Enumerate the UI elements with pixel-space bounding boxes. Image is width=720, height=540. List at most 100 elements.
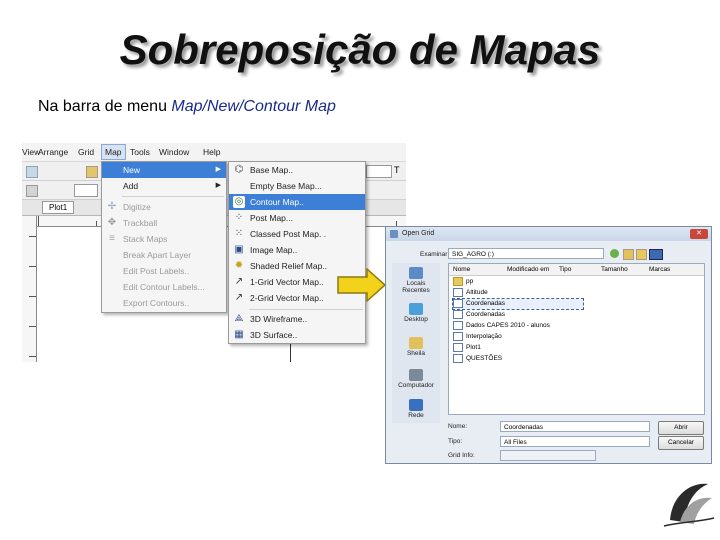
- text-tool-icon[interactable]: T: [394, 165, 400, 175]
- look-in-select[interactable]: SIG_AGRO (:): [448, 248, 604, 259]
- grid-file-icon: [453, 310, 463, 319]
- up-folder-icon[interactable]: [623, 249, 634, 260]
- menu-arrange[interactable]: Arrange: [38, 147, 68, 157]
- surface-icon: ▦: [234, 329, 244, 340]
- digitize-icon: ✢: [107, 201, 117, 212]
- dialog-title-bar: Open Grid ✕: [386, 227, 711, 241]
- subtitle-prefix: Na barra de menu: [38, 98, 172, 115]
- submenu-arrow-icon: ▶: [215, 182, 221, 189]
- map-menu-digitize[interactable]: ✢ Digitize: [102, 199, 226, 215]
- view-menu-icon[interactable]: [649, 249, 663, 260]
- open-button[interactable]: Abrir: [658, 421, 704, 435]
- map-menu-break-apart-layer[interactable]: Break Apart Layer: [102, 247, 226, 263]
- menu-grid[interactable]: Grid: [78, 147, 94, 157]
- new-base-map[interactable]: ⌬ Base Map..: [229, 162, 365, 178]
- menu-map[interactable]: Map: [101, 144, 126, 160]
- map-menu-add[interactable]: Add ▶: [102, 178, 226, 194]
- folder-icon: [453, 277, 463, 286]
- file-row[interactable]: pp: [453, 277, 473, 287]
- file-row[interactable]: Interpolação: [453, 332, 502, 342]
- file-row[interactable]: Coordenadas: [453, 310, 505, 320]
- filename-input[interactable]: Coordenadas: [500, 421, 650, 432]
- place-network[interactable]: Rede: [392, 399, 440, 419]
- toolbar-button[interactable]: [26, 166, 38, 178]
- new-post-map[interactable]: ⁘ Post Map...: [229, 210, 365, 226]
- menu-help[interactable]: Help: [203, 147, 220, 157]
- file-row[interactable]: Altitude: [453, 288, 488, 298]
- menu-bar: View Arrange Grid Map Tools Window Help: [22, 143, 406, 162]
- grid-file-icon: [453, 288, 463, 297]
- map-new-submenu: ⌬ Base Map.. Empty Base Map... ◎ Contour M…: [228, 161, 366, 344]
- post-map-icon: ⁘: [234, 212, 244, 223]
- place-desktop[interactable]: Desktop: [392, 303, 440, 323]
- slide-title: Sobreposição de Mapas: [119, 26, 601, 73]
- file-row[interactable]: Dados CAPES 2010 - alunos: [453, 321, 550, 331]
- wireframe-icon: ⟁: [234, 313, 244, 324]
- look-in-label: Examinar:: [420, 251, 450, 258]
- contour-map-icon: ◎: [233, 196, 245, 208]
- new-classed-post-map[interactable]: ⁙ Classed Post Map. .: [229, 226, 365, 242]
- grid-file-icon: [453, 354, 463, 363]
- submenu-arrow-icon: ▶: [215, 166, 221, 173]
- map-menu-edit-post-labels[interactable]: Edit Post Labels..: [102, 263, 226, 279]
- base-map-icon: ⌬: [234, 164, 244, 175]
- vector-map-icon: ↗: [234, 276, 244, 287]
- trackball-icon: ✥: [107, 217, 117, 228]
- institution-logo: [663, 483, 715, 527]
- toolbar-combo[interactable]: [366, 165, 392, 178]
- col-tags[interactable]: Marcas: [649, 266, 670, 273]
- desktop-icon: [409, 303, 423, 315]
- tab-plot1[interactable]: Plot1: [42, 201, 75, 214]
- grid-file-icon: [453, 321, 463, 330]
- map-menu-trackball[interactable]: ✥ Trackball: [102, 215, 226, 231]
- menu-window[interactable]: Window: [159, 147, 189, 157]
- new-folder-icon[interactable]: [636, 249, 647, 260]
- vector-map-2-icon: ↗: [234, 292, 244, 303]
- file-row[interactable]: QUESTÕES: [453, 354, 502, 364]
- places-bar: Locais Recentes Desktop Sheila Computado…: [392, 263, 440, 423]
- menu-tools[interactable]: Tools: [130, 147, 150, 157]
- look-in-row: Examinar: SIG_AGRO (:): [386, 245, 711, 263]
- filename-label: Nome:: [448, 423, 468, 430]
- new-contour-map[interactable]: ◎ Contour Map..: [229, 194, 365, 210]
- map-menu-stack-maps[interactable]: ≡ Stack Maps: [102, 231, 226, 247]
- toolbar-button[interactable]: [26, 185, 38, 197]
- app-icon: [390, 230, 398, 238]
- col-name[interactable]: Nome: [453, 266, 470, 273]
- shaded-relief-icon: ✹: [234, 260, 244, 271]
- grid-info-field: [500, 450, 596, 461]
- dialog-title: Open Grid: [402, 230, 435, 237]
- subtitle-menu-path: Map/New/Contour Map: [171, 98, 336, 115]
- filetype-select[interactable]: All Files: [500, 436, 650, 447]
- recent-places-icon: [409, 267, 423, 279]
- user-folder-icon: [409, 337, 423, 349]
- new-image-map[interactable]: ▣ Image Map..: [229, 242, 365, 258]
- pointer-arrow-icon: [337, 268, 387, 302]
- place-recent[interactable]: Locais Recentes: [392, 267, 440, 294]
- grid-file-icon: [453, 332, 463, 341]
- toolbar-button[interactable]: [86, 166, 98, 178]
- col-type[interactable]: Tipo: [559, 266, 571, 273]
- image-map-icon: ▣: [234, 244, 244, 255]
- map-menu-new[interactable]: New ▶: [102, 162, 226, 178]
- place-computer[interactable]: Computador: [392, 369, 440, 389]
- filetype-label: Tipo:: [448, 438, 463, 445]
- close-icon[interactable]: ✕: [690, 229, 708, 239]
- place-user[interactable]: Sheila: [392, 337, 440, 357]
- file-row-selected[interactable]: Coordenadas: [452, 298, 584, 310]
- map-menu-export-contours[interactable]: Export Contours..: [102, 295, 226, 311]
- map-menu-edit-contour-labels[interactable]: Edit Contour Labels...: [102, 279, 226, 295]
- file-row[interactable]: Plot1: [453, 343, 481, 353]
- computer-icon: [409, 369, 423, 381]
- col-size[interactable]: Tamanho: [601, 266, 628, 273]
- new-3d-surface[interactable]: ▦ 3D Surface..: [229, 327, 365, 343]
- new-empty-base-map[interactable]: Empty Base Map...: [229, 178, 365, 194]
- back-icon[interactable]: [610, 249, 619, 258]
- grid-info-label: Grid Info:: [448, 452, 475, 459]
- slide-subtitle: Na barra de menu Map/New/Contour Map: [38, 98, 336, 116]
- toolbar-combo[interactable]: [74, 184, 98, 197]
- new-3d-wireframe[interactable]: ⟁ 3D Wireframe..: [229, 311, 365, 327]
- network-icon: [409, 399, 423, 411]
- cancel-button[interactable]: Cancelar: [658, 436, 704, 450]
- col-modified[interactable]: Modificado em: [507, 266, 549, 273]
